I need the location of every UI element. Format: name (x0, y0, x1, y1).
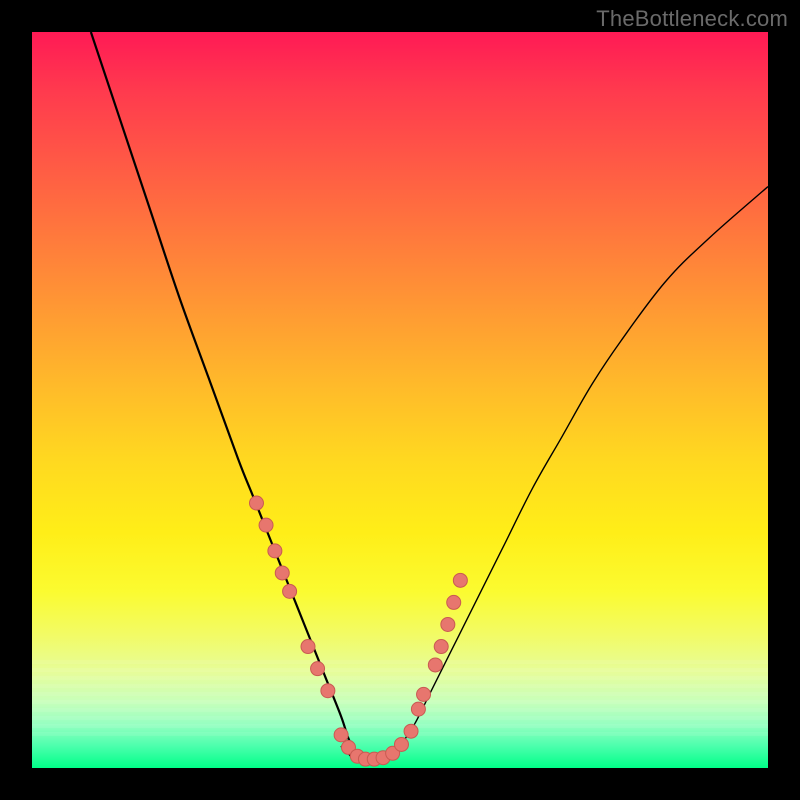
right-curve (385, 187, 768, 761)
marker-dot (453, 573, 467, 587)
marker-dot (334, 728, 348, 742)
marker-dot (321, 684, 335, 698)
marker-dot (283, 584, 297, 598)
watermark-text: TheBottleneck.com (596, 6, 788, 32)
chart-frame: TheBottleneck.com (0, 0, 800, 800)
marker-dot (268, 544, 282, 558)
marker-dot (411, 702, 425, 716)
marker-dot (394, 737, 408, 751)
marker-dot (275, 566, 289, 580)
marker-group (249, 496, 467, 766)
marker-dot (434, 640, 448, 654)
plot-area (32, 32, 768, 768)
marker-dot (428, 658, 442, 672)
marker-dot (417, 687, 431, 701)
marker-dot (249, 496, 263, 510)
chart-svg (32, 32, 768, 768)
marker-dot (404, 724, 418, 738)
marker-dot (311, 662, 325, 676)
marker-dot (447, 595, 461, 609)
left-curve (91, 32, 363, 761)
marker-dot (441, 617, 455, 631)
marker-dot (301, 640, 315, 654)
marker-dot (259, 518, 273, 532)
